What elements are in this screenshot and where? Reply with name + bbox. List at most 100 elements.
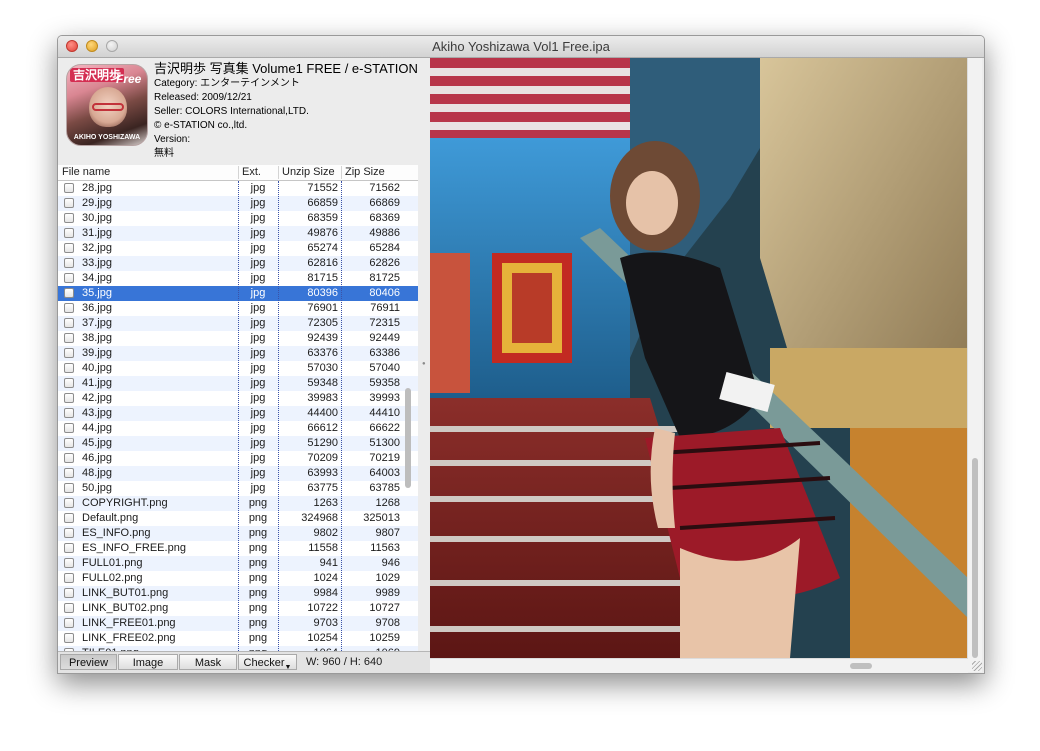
file-name-cell: 36.jpg — [82, 302, 112, 314]
zip-size-cell: 62826 — [369, 257, 400, 269]
zip-size-cell: 946 — [381, 557, 400, 569]
row-checkbox[interactable] — [64, 588, 74, 598]
app-price: 無料 — [154, 148, 174, 159]
zip-size-cell: 64003 — [369, 467, 400, 479]
row-checkbox[interactable] — [64, 303, 74, 313]
row-checkbox[interactable] — [64, 633, 74, 643]
unzip-size-cell: 11558 — [308, 542, 338, 554]
column-divider[interactable] — [238, 166, 239, 179]
row-checkbox[interactable] — [64, 183, 74, 193]
file-name-cell: 37.jpg — [82, 317, 112, 329]
row-checkbox[interactable] — [64, 513, 74, 523]
row-checkbox[interactable] — [64, 573, 74, 583]
unzip-size-cell: 81715 — [307, 272, 338, 284]
column-guide — [278, 181, 279, 651]
unzip-size-cell: 9703 — [313, 617, 338, 629]
row-checkbox[interactable] — [64, 348, 74, 358]
row-checkbox[interactable] — [64, 498, 74, 508]
unzip-size-cell: 324968 — [301, 512, 338, 524]
column-divider[interactable] — [278, 166, 279, 179]
ext-cell: png — [248, 497, 268, 509]
ext-cell: png — [248, 617, 268, 629]
scroll-thumb[interactable] — [850, 663, 872, 669]
checker-dropdown[interactable]: Checker▼ — [238, 654, 297, 671]
row-checkbox[interactable] — [64, 318, 74, 328]
row-checkbox[interactable] — [64, 363, 74, 373]
row-checkbox[interactable] — [64, 453, 74, 463]
preview-horizontal-scrollbar[interactable] — [430, 658, 968, 673]
preview-tab-button[interactable]: Preview — [60, 654, 117, 670]
row-checkbox[interactable] — [64, 558, 74, 568]
row-checkbox[interactable] — [64, 408, 74, 418]
file-name-cell: 28.jpg — [82, 182, 112, 194]
ext-cell: jpg — [250, 257, 266, 269]
zip-size-cell: 59358 — [369, 377, 400, 389]
zip-size-cell: 68369 — [369, 212, 400, 224]
preview-photo — [430, 58, 968, 658]
mask-tab-button[interactable]: Mask — [179, 654, 237, 670]
zip-size-cell: 10727 — [369, 602, 400, 614]
row-checkbox[interactable] — [64, 273, 74, 283]
column-header-unzip-size[interactable]: Unzip Size — [282, 166, 335, 178]
column-divider[interactable] — [341, 166, 342, 179]
checker-label: Checker — [243, 657, 285, 669]
ext-cell: jpg — [250, 227, 266, 239]
row-checkbox[interactable] — [64, 213, 74, 223]
photo-person-face — [626, 171, 678, 235]
ext-cell: png — [248, 557, 268, 569]
file-name-cell: ES_INFO_FREE.png — [82, 542, 186, 554]
ext-cell: jpg — [250, 347, 266, 359]
row-checkbox[interactable] — [64, 288, 74, 298]
scroll-thumb[interactable] — [972, 458, 978, 658]
ext-cell: png — [248, 587, 268, 599]
image-tab-button[interactable]: Image — [118, 654, 178, 670]
row-checkbox[interactable] — [64, 393, 74, 403]
file-name-cell: LINK_BUT01.png — [82, 587, 169, 599]
main-window: Akiho Yoshizawa Vol1 Free.ipa 吉沢明歩 Free … — [57, 35, 985, 674]
row-checkbox[interactable] — [64, 228, 74, 238]
row-checkbox[interactable] — [64, 468, 74, 478]
file-name-cell: COPYRIGHT.png — [82, 497, 168, 509]
image-dimensions: W: 960 / H: 640 — [306, 656, 383, 668]
zip-size-cell: 10259 — [369, 632, 400, 644]
row-checkbox[interactable] — [64, 528, 74, 538]
column-header-name[interactable]: File name — [62, 166, 110, 178]
unzip-size-cell: 80396 — [307, 287, 338, 299]
zip-size-cell: 325013 — [363, 512, 400, 524]
row-checkbox[interactable] — [64, 198, 74, 208]
row-checkbox[interactable] — [64, 543, 74, 553]
row-checkbox[interactable] — [64, 423, 74, 433]
row-checkbox[interactable] — [64, 438, 74, 448]
titlebar[interactable]: Akiho Yoshizawa Vol1 Free.ipa — [58, 36, 984, 58]
splitter-handle[interactable]: ● — [422, 361, 426, 367]
file-name-cell: 42.jpg — [82, 392, 112, 404]
unzip-size-cell: 9984 — [313, 587, 338, 599]
ext-cell: jpg — [250, 407, 266, 419]
resize-grip-icon[interactable] — [972, 661, 982, 671]
zip-size-cell: 9807 — [375, 527, 400, 539]
ext-cell: jpg — [250, 452, 266, 464]
table-scrollbar[interactable] — [405, 388, 411, 488]
zip-size-cell: 63386 — [369, 347, 400, 359]
file-name-cell: 31.jpg — [82, 227, 112, 239]
row-checkbox[interactable] — [64, 258, 74, 268]
row-checkbox[interactable] — [64, 618, 74, 628]
preview-vertical-scrollbar[interactable] — [967, 58, 982, 672]
app-released: Released: 2009/12/21 — [154, 92, 252, 103]
row-checkbox[interactable] — [64, 243, 74, 253]
ext-cell: jpg — [250, 362, 266, 374]
row-checkbox[interactable] — [64, 483, 74, 493]
app-info: 吉沢明歩 Free AKIHO YOSHIZAWA 吉沢明歩 写真集 Volum… — [58, 58, 430, 165]
column-header-zip-size[interactable]: Zip Size — [345, 166, 385, 178]
unzip-size-cell: 65274 — [307, 242, 338, 254]
app-version: Version: — [154, 134, 191, 145]
file-name-cell: 46.jpg — [82, 452, 112, 464]
zip-size-cell: 66622 — [369, 422, 400, 434]
row-checkbox[interactable] — [64, 378, 74, 388]
file-name-cell: Default.png — [82, 512, 139, 524]
row-checkbox[interactable] — [64, 603, 74, 613]
file-table[interactable]: File name Ext. Unzip Size Zip Size 28.jp… — [58, 165, 418, 651]
file-name-cell: 35.jpg — [82, 287, 112, 299]
row-checkbox[interactable] — [64, 333, 74, 343]
column-header-ext[interactable]: Ext. — [242, 166, 261, 178]
